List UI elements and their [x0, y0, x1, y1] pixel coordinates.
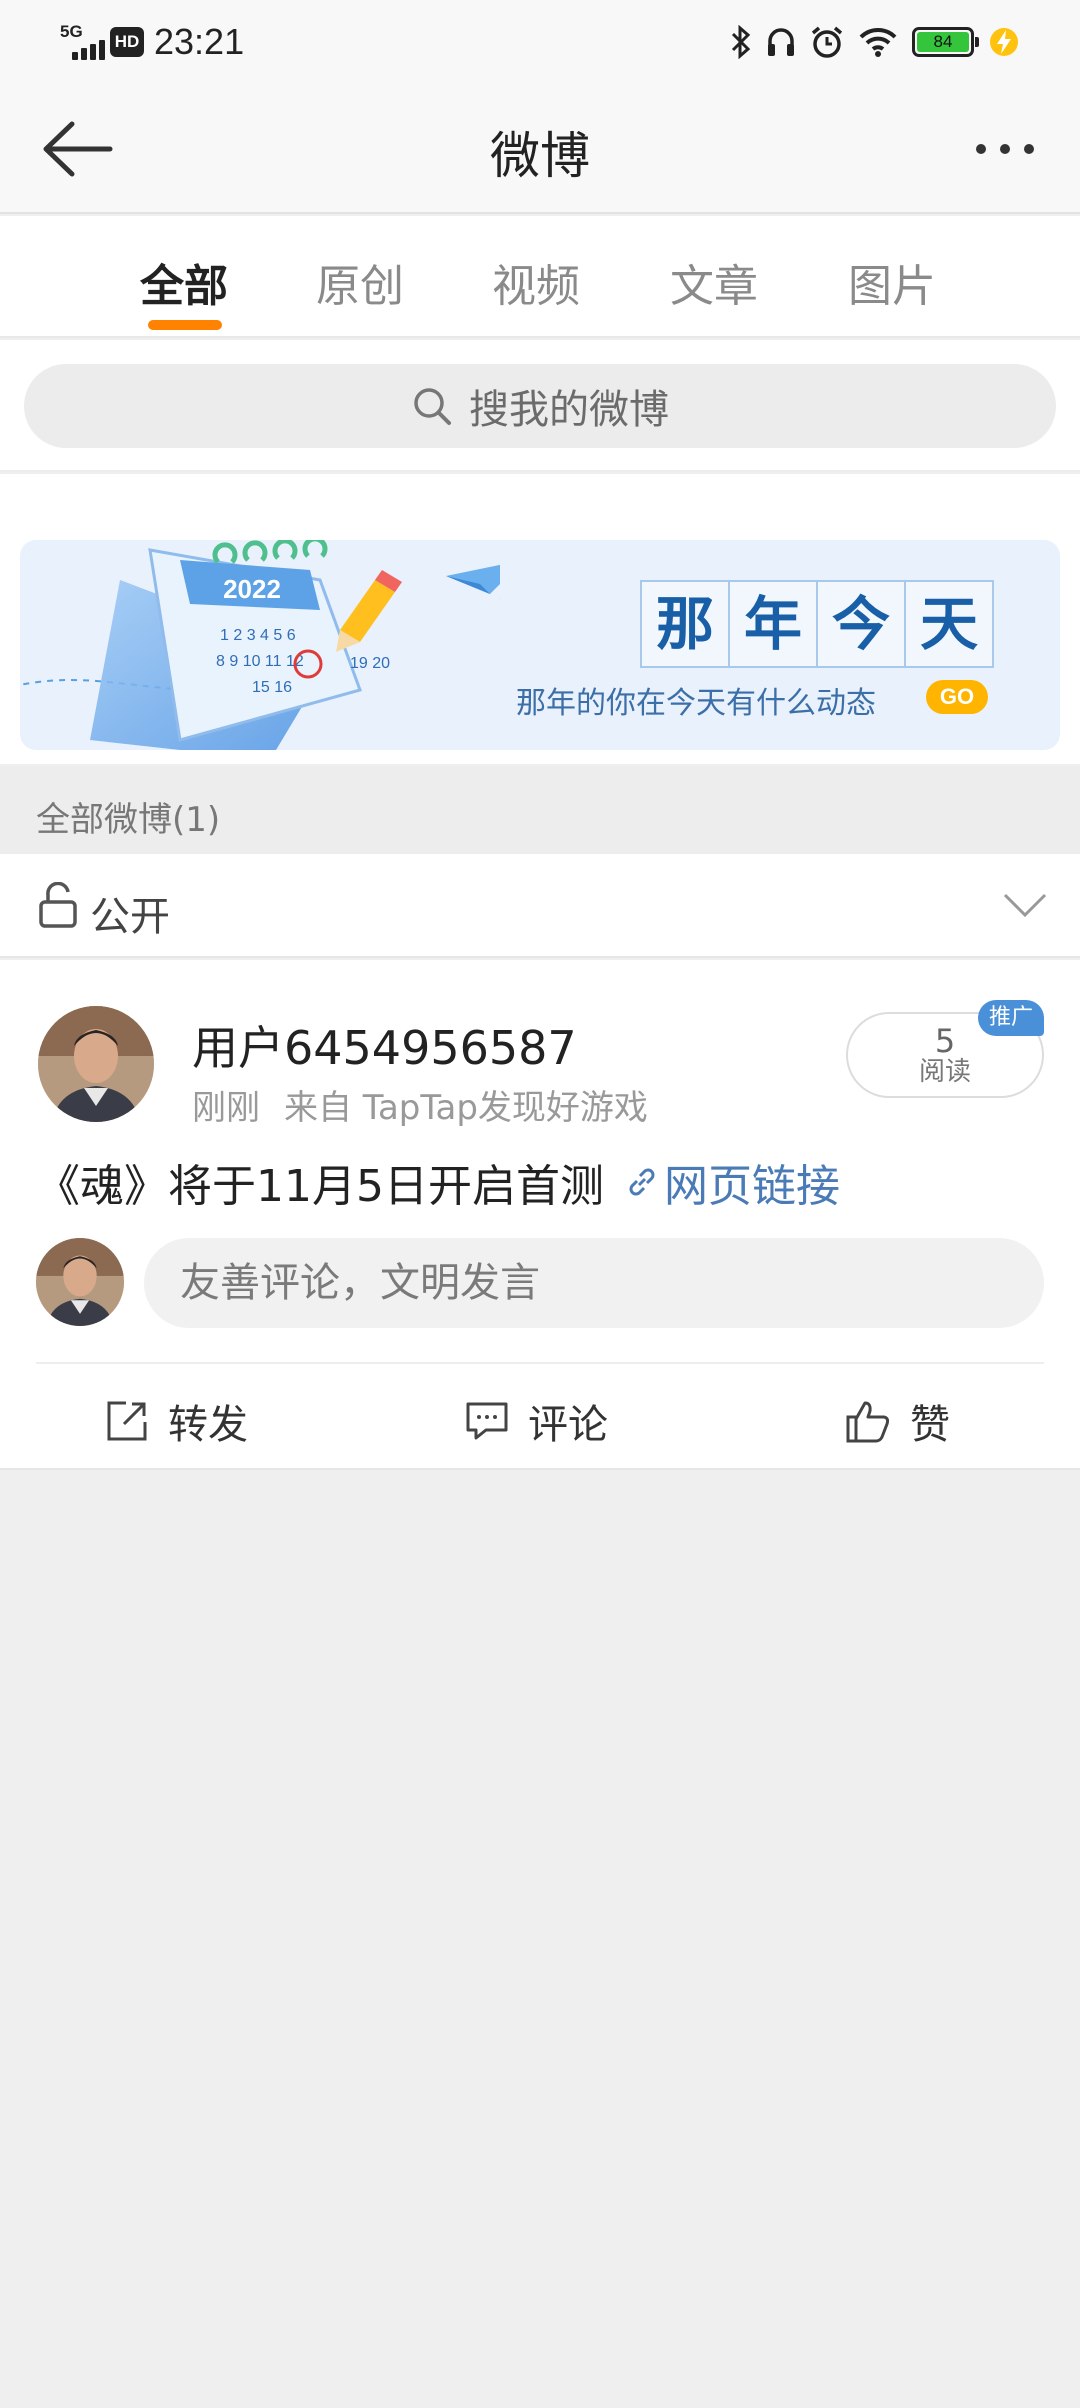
share-icon	[107, 1401, 147, 1441]
banner-title: 那 年 今 天	[640, 580, 994, 668]
unlock-icon	[39, 882, 77, 928]
active-tab-indicator	[148, 320, 222, 330]
svg-text:8 9 10 11 12: 8 9 10 11 12	[216, 653, 304, 670]
commenter-avatar	[36, 1238, 124, 1326]
search-input[interactable]: 搜我的微博	[24, 364, 1056, 448]
chevron-down-icon	[1003, 893, 1047, 918]
promo-badge[interactable]: 推广	[978, 1000, 1044, 1036]
svg-text:15 16: 15 16	[252, 679, 292, 696]
banner-title-char: 那	[640, 580, 730, 668]
web-link[interactable]: 网页链接	[624, 1150, 840, 1214]
calendar-illustration: 2022 1 2 3 4 5 6 8 9 10 11 12 15 16 19 2…	[20, 540, 500, 750]
repost-label: 转发	[168, 1402, 248, 1448]
status-left: 5G HD 23:21	[60, 20, 244, 64]
tab-all[interactable]: 全部	[140, 250, 228, 314]
charging-icon	[990, 28, 1018, 56]
more-button[interactable]	[960, 124, 1050, 174]
banner-title-char: 天	[904, 580, 994, 668]
user-photo	[38, 1006, 154, 1122]
search-placeholder: 搜我的微博	[469, 387, 669, 433]
post-text: 《魂》将于11月5日开启首测	[36, 1161, 604, 1212]
svg-text:1 2 3 4 5 6: 1 2 3 4 5 6	[220, 627, 296, 644]
network-type: 5G	[60, 22, 83, 41]
banner-section: 2022 1 2 3 4 5 6 8 9 10 11 12 15 16 19 2…	[0, 474, 1080, 764]
commenter-photo	[36, 1238, 124, 1326]
post-meta: 刚刚 来自 TapTap发现好游戏	[192, 1080, 648, 1129]
link-icon	[629, 1168, 655, 1196]
post-card: 用户6454956587 刚刚 来自 TapTap发现好游戏 5 阅读 推广 《魂…	[0, 960, 1080, 1470]
comment-icon	[466, 1402, 508, 1440]
avatar[interactable]	[38, 1006, 154, 1122]
alarm-icon	[811, 26, 843, 58]
banner-subtitle: 那年的你在今天有什么动态	[516, 686, 876, 721]
search-section: 搜我的微博	[0, 340, 1080, 472]
status-time: 23:21	[154, 21, 245, 62]
post-source[interactable]: 来自 TapTap发现好游戏	[284, 1088, 648, 1128]
svg-text:19 20: 19 20	[350, 655, 390, 672]
post-time: 刚刚	[192, 1088, 260, 1128]
status-bar: 5G HD 23:21 84	[0, 0, 1080, 84]
like-label: 赞	[910, 1402, 950, 1448]
bluetooth-icon	[731, 25, 751, 59]
tab-article[interactable]: 文章	[670, 250, 758, 314]
visibility-label: 公开	[90, 894, 170, 940]
filter-tabs: 全部 原创 视频 文章 图片	[0, 216, 1080, 338]
more-dot	[1000, 144, 1010, 154]
comment-button[interactable]: 评论	[464, 1392, 608, 1450]
web-link-label: 网页链接	[663, 1161, 840, 1212]
battery-level: 84	[917, 32, 969, 52]
post-content: 《魂》将于11月5日开启首测 网页链接	[36, 1150, 840, 1214]
signal-icon: 5G	[60, 22, 105, 62]
user-name[interactable]: 用户6454956587	[192, 1012, 577, 1078]
comment-input[interactable]: 友善评论，文明发言	[144, 1238, 1044, 1328]
headphones-icon	[768, 28, 794, 56]
section-title: 全部微博(1)	[36, 800, 221, 840]
status-right: 84	[730, 20, 1020, 64]
comment-label: 评论	[528, 1402, 608, 1448]
search-icon	[414, 388, 451, 425]
page-title: 微博	[490, 127, 590, 185]
tab-image[interactable]: 图片	[848, 250, 936, 314]
more-dot	[1024, 144, 1034, 154]
more-dot	[976, 144, 986, 154]
repost-button[interactable]: 转发	[104, 1392, 248, 1450]
app-header: 微博	[0, 84, 1080, 214]
hd-badge: HD	[110, 27, 144, 57]
battery-icon: 84	[912, 27, 979, 57]
thumbs-up-icon	[846, 1401, 890, 1443]
banner-title-char: 今	[816, 580, 906, 668]
section-header: 全部微博(1)	[0, 766, 1080, 854]
banner-title-char: 年	[728, 580, 818, 668]
wifi-icon	[859, 27, 897, 57]
on-this-day-banner[interactable]: 2022 1 2 3 4 5 6 8 9 10 11 12 15 16 19 2…	[20, 540, 1060, 750]
go-button[interactable]: GO	[926, 680, 988, 714]
tab-video[interactable]: 视频	[492, 250, 580, 314]
read-label: 阅读	[918, 1057, 971, 1087]
tab-original[interactable]: 原创	[316, 250, 404, 314]
like-button[interactable]: 赞	[844, 1392, 950, 1450]
calendar-year: 2022	[223, 574, 281, 604]
divider	[36, 1362, 1044, 1364]
visibility-selector[interactable]: 公开	[0, 854, 1080, 958]
